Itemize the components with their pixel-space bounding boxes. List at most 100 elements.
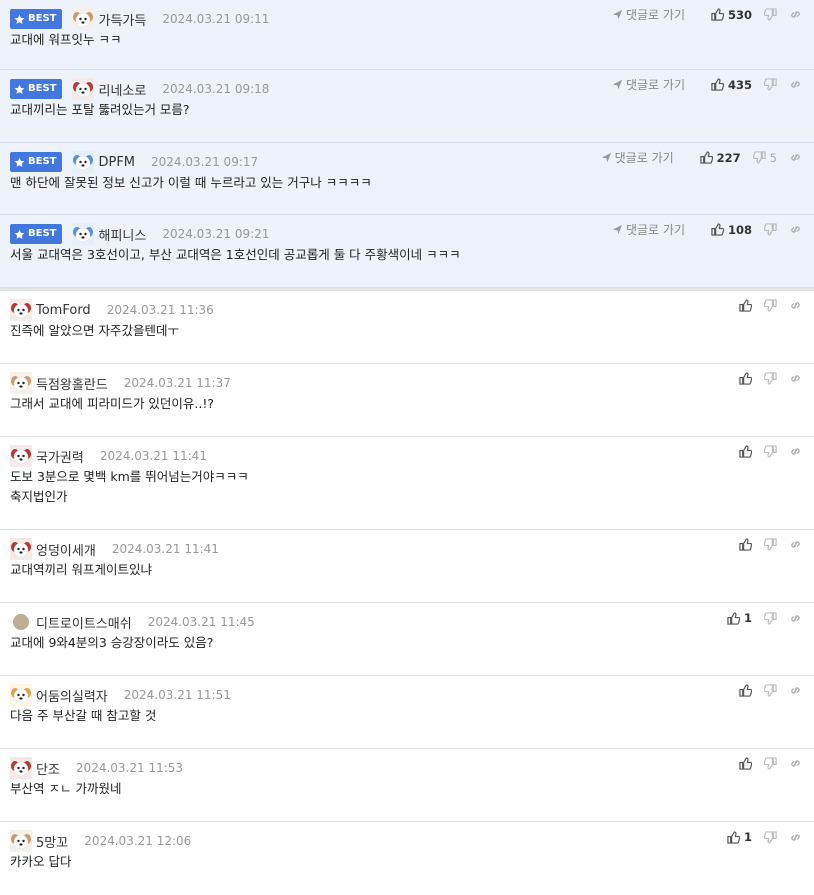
copy-link-button[interactable] [789,538,802,551]
copy-link-button[interactable] [789,223,802,236]
downvote-button[interactable] [764,757,777,770]
downvote-button[interactable] [764,299,777,312]
upvote-button[interactable] [739,538,752,551]
copy-link-button[interactable] [789,684,802,697]
copy-link-button[interactable] [789,372,802,385]
nickname[interactable]: 디트로이트스매쉬 [36,613,132,632]
comment-date: 2024.03.21 09:18 [162,82,270,96]
avatar[interactable] [72,8,95,30]
upvote-count: 435 [727,77,752,92]
best-comment: BEST DPFM 2024.03.21 09:17 맨 하단에 잘못된 정보 신고… [0,143,814,215]
copy-link-button[interactable] [789,757,802,770]
goto-comment-label: 댓글로 가기 [625,78,685,92]
comment-body: 맨 하단에 잘못된 정보 신고가 이럴 때 누르라고 있는 거구나 ㅋㅋㅋㅋ [10,173,372,193]
downvote-button[interactable] [764,445,777,458]
downvote-button[interactable]: 5 [752,151,777,165]
nickname[interactable]: 엉덩이세개 [36,540,96,559]
link-icon [789,8,802,21]
avatar[interactable] [10,757,32,779]
downvote-button[interactable] [764,78,777,91]
downvote-button[interactable] [764,372,777,385]
avatar[interactable] [10,445,32,467]
avatar[interactable] [10,684,32,706]
avatar[interactable] [10,538,32,560]
goto-comment-link[interactable]: 댓글로 가기 [612,6,685,23]
upvote-button[interactable]: 435 [711,78,752,92]
thumbs-up-icon [711,78,724,91]
link-icon [789,684,802,697]
upvote-button[interactable]: 227 [699,151,741,165]
upvote-button[interactable] [739,757,752,770]
comment-text-line: 축지법인가 [10,489,68,504]
avatar[interactable] [72,223,95,245]
comment-text-line: 서울 교대역은 3호선이고, 부산 교대역은 1호선인데 공교롭게 둘 다 주황… [10,247,461,262]
copy-link-button[interactable] [789,612,802,625]
copy-link-button[interactable] [789,151,802,164]
link-icon [789,831,802,844]
downvote-button[interactable] [764,223,777,236]
upvote-button[interactable] [739,372,752,385]
copy-link-button[interactable] [789,78,802,91]
copy-link-button[interactable] [789,8,802,21]
comment-header: 디트로이트스매쉬 2024.03.21 11:45 [10,611,255,633]
downvote-button[interactable] [764,684,777,697]
nickname[interactable]: 리네소로 [98,80,146,99]
star-icon [14,84,25,95]
best-badge-label: BEST [28,228,57,239]
nickname[interactable]: TomFord [36,303,91,318]
downvote-button[interactable] [764,830,777,844]
goto-comment-link[interactable]: 댓글로 가기 [612,221,685,238]
copy-link-button[interactable] [789,831,802,844]
downvote-button[interactable] [764,8,777,21]
avatar[interactable] [10,299,32,321]
comment-text-line: 맨 하단에 잘못된 정보 신고가 이럴 때 누르라고 있는 거구나 ㅋㅋㅋㅋ [10,175,372,190]
comment: 엉덩이세개 2024.03.21 11:41 교대역끼리 워프게이트있냐 [0,530,814,603]
upvote-button[interactable]: 1 [727,830,752,844]
downvote-button[interactable] [764,611,777,625]
nickname[interactable]: 단조 [36,759,60,778]
avatar[interactable] [10,830,32,852]
send-icon [612,224,623,235]
goto-comment-link[interactable]: 댓글로 가기 [612,76,685,93]
upvote-button[interactable] [739,684,752,697]
comment-date: 2024.03.21 11:36 [106,303,214,317]
send-icon [601,152,612,163]
nickname[interactable]: 어둠의실력자 [36,686,108,705]
thumbs-up-icon [739,757,752,770]
downvote-button[interactable] [764,538,777,551]
upvote-button[interactable]: 1 [727,611,752,625]
link-icon [789,151,802,164]
best-badge: BEST [10,224,63,244]
goto-comment-link[interactable]: 댓글로 가기 [601,149,674,166]
upvote-button[interactable]: 108 [711,223,752,237]
upvote-count: 108 [727,222,752,237]
comment-body: 교대역끼리 워프게이트있냐 [10,560,152,580]
comment-body: 진즉에 알았으면 자주갔을텐데ㅜ [10,321,179,341]
avatar[interactable] [72,78,95,100]
upvote-button[interactable] [739,299,752,312]
best-badge-label: BEST [28,83,57,94]
comment-actions [727,538,802,551]
nickname[interactable]: 국가권력 [36,447,84,466]
avatar[interactable] [72,151,95,173]
nickname[interactable]: 가득가득 [98,10,146,29]
comment-date: 2024.03.21 11:53 [75,761,184,775]
thumbs-up-icon [727,830,740,844]
nickname[interactable]: 5망꼬 [36,832,68,851]
comment-header: BEST 리네소로 2024.03.21 09:18 [10,78,269,100]
star-icon [14,229,25,240]
nickname[interactable]: 해피니스 [98,225,146,244]
upvote-button[interactable]: 530 [711,8,752,22]
copy-link-button[interactable] [789,445,802,458]
thumbs-down-icon [764,299,777,312]
thumbs-down-icon [764,445,777,458]
avatar[interactable] [10,372,32,394]
comment: 5망꼬 2024.03.21 12:06 카카오 답다 1 [0,822,814,895]
avatar[interactable] [10,611,32,633]
upvote-button[interactable] [739,445,752,458]
comment-header: TomFord 2024.03.21 11:36 [10,299,214,321]
comment-actions: 댓글로 가기 530 [612,6,802,23]
nickname[interactable]: DPFM [98,155,135,170]
copy-link-button[interactable] [789,299,802,312]
nickname[interactable]: 득점왕홀란드 [36,374,108,393]
